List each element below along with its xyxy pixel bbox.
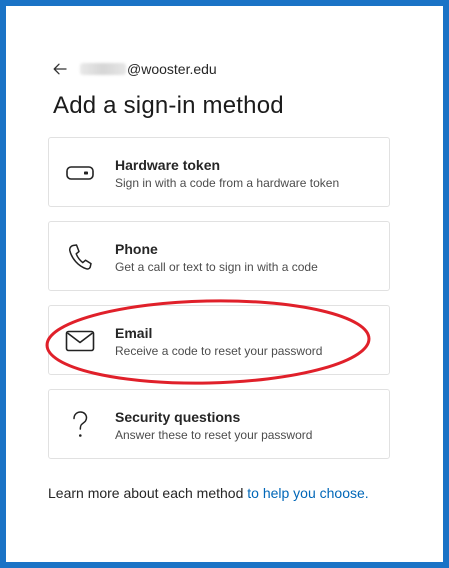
method-title: Hardware token bbox=[115, 157, 221, 173]
phone-icon bbox=[63, 240, 97, 274]
method-description: Receive a code to reset your password bbox=[115, 344, 323, 358]
help-choose-link[interactable]: to help you choose. bbox=[247, 485, 368, 501]
help-text-label: Learn more about each method bbox=[48, 485, 248, 501]
method-description: Answer these to reset your password bbox=[115, 428, 313, 442]
page-title: Add a sign-in method bbox=[53, 92, 284, 119]
method-email[interactable]: Email Receive a code to reset your passw… bbox=[48, 305, 390, 375]
method-title: Email bbox=[115, 325, 153, 341]
method-security-questions[interactable]: Security questions Answer these to reset… bbox=[48, 389, 390, 459]
method-title: Security questions bbox=[115, 409, 241, 425]
arrow-left-icon[interactable] bbox=[52, 61, 68, 77]
method-description: Sign in with a code from a hardware toke… bbox=[115, 176, 340, 190]
hardware-token-icon bbox=[63, 156, 97, 190]
help-text: Learn more about each method to help you… bbox=[48, 485, 369, 501]
account-email: @wooster.edu bbox=[127, 61, 217, 77]
redacted-username bbox=[80, 63, 126, 75]
method-hardware-token[interactable]: Hardware token Sign in with a code from … bbox=[48, 137, 390, 207]
sign-in-method-panel: @wooster.edu Add a sign-in method Hardwa… bbox=[6, 6, 443, 562]
method-phone[interactable]: Phone Get a call or text to sign in with… bbox=[48, 221, 390, 291]
account-row: @wooster.edu bbox=[52, 60, 217, 78]
question-mark-icon bbox=[63, 408, 97, 442]
envelope-icon bbox=[63, 324, 97, 358]
method-title: Phone bbox=[115, 241, 158, 257]
method-description: Get a call or text to sign in with a cod… bbox=[115, 260, 318, 274]
